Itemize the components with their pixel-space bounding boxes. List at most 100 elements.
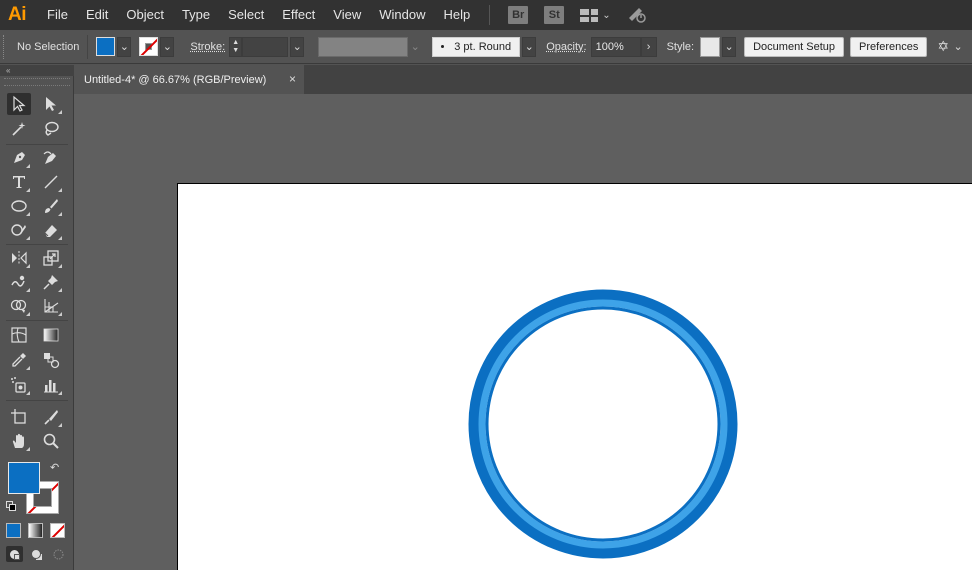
ring-artwork[interactable]	[468, 289, 738, 559]
stroke-label[interactable]: Stroke:	[186, 41, 229, 53]
mesh-icon	[11, 327, 27, 343]
variable-width-profile[interactable]	[318, 36, 409, 57]
eraser-tool[interactable]	[39, 219, 63, 241]
artboard-tool[interactable]	[7, 406, 31, 428]
tools-grip[interactable]	[4, 78, 70, 86]
symbol-sprayer-tool[interactable]	[7, 374, 31, 396]
stroke-swatch-dropdown[interactable]: ⌄	[160, 36, 175, 57]
gradient-tool[interactable]	[39, 324, 63, 346]
tool-divider	[6, 400, 68, 401]
none-mode-button[interactable]	[50, 523, 65, 538]
graphic-style-dropdown[interactable]: ⌄	[722, 36, 737, 57]
direct-selection-tool[interactable]	[39, 93, 63, 115]
swap-fill-stroke-icon[interactable]: ↶	[50, 461, 59, 474]
eyedropper-tool[interactable]	[7, 349, 31, 371]
default-fill-stroke-icon[interactable]	[6, 501, 17, 512]
menu-help[interactable]: Help	[434, 0, 479, 30]
canvas-area[interactable]	[74, 94, 972, 570]
hand-tool[interactable]	[7, 430, 31, 452]
toolbar-collapse[interactable]: «	[0, 65, 74, 76]
paintbrush-tool[interactable]	[39, 195, 63, 217]
opacity-input[interactable]: 100%	[590, 36, 641, 57]
document-tab[interactable]: Untitled-4* @ 66.67% (RGB/Preview) ×	[74, 65, 304, 94]
color-mode-row	[6, 523, 65, 538]
ring-inner-stroke	[485, 306, 721, 542]
magic-wand-tool[interactable]	[7, 118, 31, 140]
arrange-documents-icon	[580, 8, 599, 22]
draw-inside-button[interactable]	[50, 546, 67, 562]
fill-dropdown[interactable]: ⌄	[117, 36, 132, 57]
menu-edit[interactable]: Edit	[77, 0, 117, 30]
tool-divider	[6, 144, 68, 145]
tool-divider	[6, 244, 68, 245]
selection-tool[interactable]	[7, 93, 31, 115]
fill-swatch[interactable]	[96, 37, 116, 56]
puppet-warp-tool[interactable]	[39, 271, 63, 293]
shaper-tool[interactable]	[7, 219, 31, 241]
lasso-tool[interactable]	[39, 118, 63, 140]
menu-effect[interactable]: Effect	[273, 0, 324, 30]
arrange-documents-button[interactable]: ⌄	[580, 8, 611, 22]
pen-tool[interactable]	[7, 147, 31, 169]
document-setup-button[interactable]: Document Setup	[744, 36, 845, 57]
bridge-button[interactable]: Br	[508, 6, 529, 24]
mesh-tool[interactable]	[7, 324, 31, 346]
stroke-weight-stepper[interactable]: ▲ ▼	[229, 36, 243, 57]
draw-inside-icon	[53, 549, 64, 559]
control-bar-grip[interactable]	[3, 34, 7, 59]
stroke-weight-input[interactable]	[242, 36, 289, 57]
gpu-performance-icon[interactable]	[627, 6, 647, 24]
arrange-dropdown[interactable]: ⌄	[951, 37, 965, 57]
color-mode-button[interactable]	[6, 523, 21, 538]
opacity-label[interactable]: Opacity:	[542, 41, 590, 53]
stroke-weight-dropdown[interactable]: ⌄	[290, 36, 305, 57]
column-graph-tool[interactable]	[39, 374, 63, 396]
draw-normal-button[interactable]	[6, 546, 23, 562]
draw-behind-button[interactable]	[28, 546, 45, 562]
stock-button[interactable]: St	[544, 6, 565, 24]
brush-dot-icon	[441, 45, 445, 48]
ring-middle-stroke	[478, 299, 728, 549]
menu-file[interactable]: File	[38, 0, 77, 30]
type-tool[interactable]	[7, 171, 31, 193]
preferences-button[interactable]: Preferences	[850, 36, 928, 57]
ellipse-tool[interactable]	[7, 195, 31, 217]
profile-dropdown[interactable]: ⌄	[408, 37, 422, 57]
artboard-icon	[11, 409, 26, 424]
brush-definition[interactable]: 3 pt. Round	[432, 36, 521, 57]
menu-window[interactable]: Window	[370, 0, 434, 30]
warp-tool[interactable]	[7, 271, 31, 293]
document-tab-bar: Untitled-4* @ 66.67% (RGB/Preview) ×	[74, 65, 972, 94]
slice-tool[interactable]	[39, 406, 63, 428]
brush-dropdown[interactable]: ⌄	[522, 36, 537, 57]
menu-select[interactable]: Select	[219, 0, 273, 30]
illustrator-logo: Ai	[8, 4, 27, 25]
menu-object[interactable]: Object	[117, 0, 173, 30]
brush-label: 3 pt. Round	[454, 40, 512, 53]
fill-color-box[interactable]	[8, 462, 40, 494]
tool-divider	[6, 320, 68, 321]
reflect-tool[interactable]	[7, 247, 31, 269]
scale-tool[interactable]	[39, 247, 63, 269]
draw-normal-icon	[10, 549, 20, 560]
zoom-tool[interactable]	[39, 430, 63, 452]
menu-type[interactable]: Type	[173, 0, 219, 30]
blend-tool[interactable]	[39, 349, 63, 371]
curvature-tool[interactable]	[39, 147, 63, 169]
divider	[87, 34, 89, 59]
close-icon[interactable]: ×	[289, 72, 296, 86]
style-label: Style:	[666, 40, 695, 53]
perspective-grid-tool[interactable]	[39, 295, 63, 317]
menu-divider	[489, 5, 491, 25]
menu-view[interactable]: View	[324, 0, 370, 30]
graphic-style-swatch[interactable]	[700, 36, 721, 57]
blend-icon	[44, 353, 60, 369]
gradient-mode-button[interactable]	[28, 523, 43, 538]
line-segment-tool[interactable]	[39, 171, 63, 193]
stroke-swatch[interactable]	[139, 37, 159, 56]
opacity-slider-button[interactable]: ›	[640, 36, 657, 57]
arrange-icon[interactable]: ✡	[937, 38, 949, 55]
shape-builder-tool[interactable]	[7, 295, 31, 317]
document-tab-title: Untitled-4* @ 66.67% (RGB/Preview)	[84, 73, 267, 86]
selection-status: No Selection	[17, 40, 80, 53]
